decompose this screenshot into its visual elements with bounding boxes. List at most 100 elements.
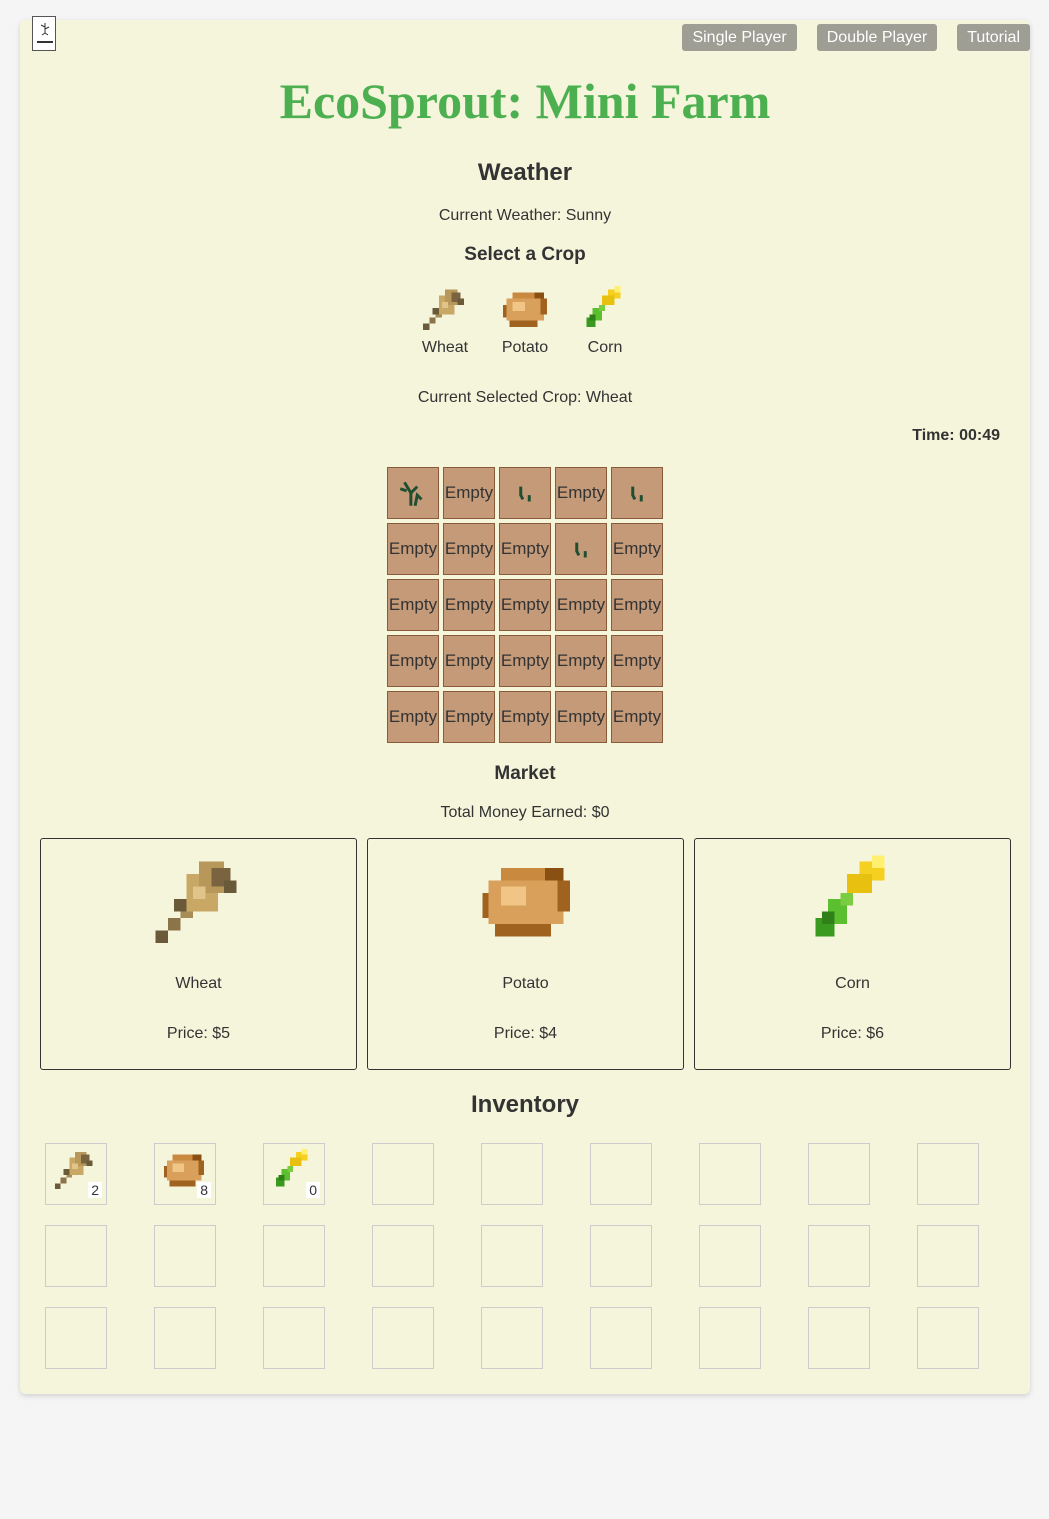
plot-label: Empty (388, 539, 438, 558)
item-count: 2 (88, 1182, 102, 1198)
plot-label: Empty (612, 539, 662, 558)
inventory-slot[interactable] (590, 1307, 652, 1369)
field-plot[interactable]: Empty (443, 691, 495, 743)
plot-label: Empty (612, 707, 662, 726)
field-plot[interactable] (611, 467, 663, 519)
plot-label: Empty (444, 483, 494, 502)
corn-icon (815, 855, 885, 937)
select-crop-heading: Select a Crop (464, 244, 586, 265)
sprout-small-icon (575, 542, 587, 558)
inventory-slot[interactable] (808, 1225, 870, 1287)
field-plot[interactable]: Empty (387, 523, 439, 575)
field-plot[interactable]: Empty (443, 635, 495, 687)
inventory-slot[interactable] (808, 1143, 870, 1205)
field-plot[interactable] (555, 523, 607, 575)
field-plot[interactable]: Empty (555, 579, 607, 631)
field-plot[interactable]: Empty (555, 635, 607, 687)
inventory-slot[interactable] (263, 1307, 325, 1369)
inventory-slot[interactable] (917, 1143, 979, 1205)
field-plot[interactable]: Empty (443, 467, 495, 519)
field-plot[interactable]: Empty (499, 691, 551, 743)
market-card-potato[interactable]: Potato Price: $4 (367, 838, 684, 1070)
crop-option-wheat[interactable]: Wheat (420, 283, 470, 357)
crop-option-corn[interactable]: Corn (580, 283, 630, 357)
market-heading: Market (494, 763, 556, 784)
inventory-slot[interactable] (917, 1225, 979, 1287)
item-count: 0 (306, 1182, 320, 1198)
plot-label: Empty (556, 707, 606, 726)
plot-label: Empty (388, 651, 438, 670)
potato-icon (503, 292, 547, 327)
plot-label: Empty (444, 595, 494, 614)
crop-label-corn: Corn (587, 339, 623, 356)
game-panel: Single Player Double Player Tutorial Eco… (20, 16, 1030, 1394)
inventory-slot[interactable] (481, 1225, 543, 1287)
plot-label: Empty (388, 595, 438, 614)
market-card-corn[interactable]: Corn Price: $6 (694, 838, 1011, 1070)
inventory-slot[interactable] (590, 1143, 652, 1205)
field-plot[interactable]: Empty (387, 635, 439, 687)
crop-option-potato[interactable]: Potato (500, 283, 550, 357)
inventory-slot[interactable] (263, 1225, 325, 1287)
market-item-name: Wheat (175, 975, 222, 992)
potato-icon (482, 867, 570, 937)
plot-label: Empty (500, 651, 550, 670)
sprout-small-icon (631, 486, 643, 502)
inventory-slot[interactable] (590, 1225, 652, 1287)
plot-label: Empty (612, 595, 662, 614)
weather-heading: Weather (477, 159, 573, 186)
inventory-grid: 2 8 0 (45, 1143, 979, 1369)
inventory-slot[interactable] (372, 1307, 434, 1369)
inventory-slot[interactable]: 0 (263, 1143, 325, 1205)
tutorial-button[interactable]: Tutorial (957, 24, 1030, 51)
field-plot[interactable]: Empty (387, 579, 439, 631)
plot-label: Empty (444, 651, 494, 670)
field-plot[interactable]: Empty (499, 635, 551, 687)
corn-icon (586, 286, 621, 327)
wheat-icon (423, 289, 464, 330)
field-plot[interactable]: Empty (611, 635, 663, 687)
inventory-slot[interactable] (699, 1225, 761, 1287)
field-plot[interactable]: Empty (611, 579, 663, 631)
inventory-slot[interactable] (372, 1225, 434, 1287)
plot-label: Empty (444, 539, 494, 558)
inventory-slot[interactable] (808, 1307, 870, 1369)
field-plot[interactable] (387, 467, 439, 519)
plot-label: Empty (500, 707, 550, 726)
item-count: 8 (197, 1182, 211, 1198)
inventory-slot[interactable] (45, 1307, 107, 1369)
inventory-slot[interactable] (481, 1307, 543, 1369)
ecosprout-logo[interactable] (32, 16, 56, 51)
market-card-wheat[interactable]: Wheat Price: $5 (40, 838, 357, 1070)
field-plot[interactable]: Empty (443, 579, 495, 631)
inventory-slot[interactable] (154, 1307, 216, 1369)
market-item-price: Price: $4 (493, 1025, 558, 1042)
inventory-slot[interactable] (481, 1143, 543, 1205)
field-plot[interactable] (499, 467, 551, 519)
inventory-slot[interactable] (154, 1225, 216, 1287)
inventory-slot[interactable] (372, 1143, 434, 1205)
double-player-button[interactable]: Double Player (816, 24, 938, 51)
plot-label: Empty (612, 651, 662, 670)
field-plot[interactable]: Empty (499, 579, 551, 631)
field-plot[interactable]: Empty (555, 467, 607, 519)
plot-label: Empty (500, 595, 550, 614)
inventory-slot[interactable]: 2 (45, 1143, 107, 1205)
single-player-button[interactable]: Single Player (682, 24, 797, 51)
inventory-slot[interactable]: 8 (154, 1143, 216, 1205)
field-plot[interactable]: Empty (443, 523, 495, 575)
field-plot[interactable]: Empty (555, 691, 607, 743)
field-plot[interactable]: Empty (611, 691, 663, 743)
market-item-name: Potato (502, 975, 549, 992)
inventory-slot[interactable] (699, 1143, 761, 1205)
market-cards: Wheat Price: $5 Potato Price: $4 Corn Pr… (40, 838, 1011, 1070)
inventory-slot[interactable] (917, 1307, 979, 1369)
inventory-slot[interactable] (699, 1307, 761, 1369)
market-item-price: Price: $6 (820, 1025, 885, 1042)
field-plot[interactable]: Empty (499, 523, 551, 575)
field-plot[interactable]: Empty (611, 523, 663, 575)
market-item-price: Price: $5 (166, 1025, 231, 1042)
inventory-slot[interactable] (45, 1225, 107, 1287)
field-plot[interactable]: Empty (387, 691, 439, 743)
market-item-name: Corn (835, 975, 870, 992)
